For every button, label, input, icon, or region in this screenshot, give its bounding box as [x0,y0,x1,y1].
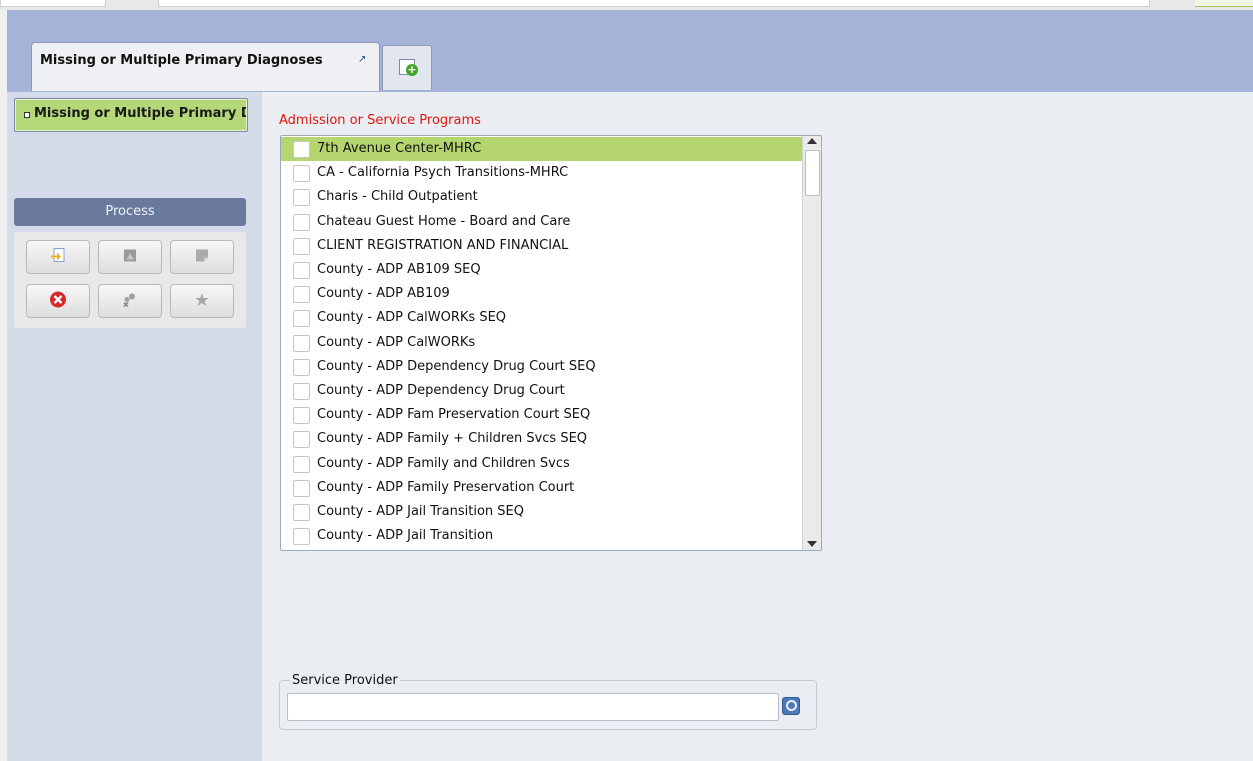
process-toolbar: ★ [14,232,246,328]
program-label: County - ADP Fam Preservation Court SEQ [317,407,591,423]
program-label: CLIENT REGISTRATION AND FINANCIAL [317,237,569,253]
process-header[interactable]: Process [14,198,246,226]
program-label: County - ADP CalWORKs SEQ [317,310,507,326]
program-label: County - ADP Dependency Drug Court [317,383,565,398]
image-button[interactable] [98,240,162,274]
program-label: County - ADP Family Preservation Court [317,479,575,495]
list-item[interactable]: County - ADP CalWORKs SEQ [281,306,803,330]
top-field-right[interactable] [1195,0,1253,7]
scroll-thumb[interactable] [805,150,820,196]
programs-listbox[interactable]: 7th Avenue Center-MHRC CA - California Ps… [280,135,822,551]
program-checkbox[interactable] [293,504,310,521]
tab-title: Missing or Multiple Primary Diagnoses [40,53,323,68]
top-field-left[interactable] [0,0,106,7]
list-item[interactable]: County - ADP Dependency Drug Court [281,379,803,403]
programs-label: Admission or Service Programs [279,113,481,128]
search-icon[interactable] [782,697,800,715]
bullet-icon [24,112,30,118]
close-button[interactable] [26,284,90,318]
new-tab-button[interactable]: + [382,45,432,90]
program-checkbox[interactable] [293,310,310,328]
program-label: County - ADP CalWORKs [317,334,476,350]
pin-icon[interactable]: ↗ [358,55,368,65]
program-checkbox[interactable] [293,479,310,497]
list-item[interactable]: Chateau Guest Home - Board and Care [281,210,803,234]
service-provider-group: Service Provider [279,673,817,730]
close-red-icon [49,291,67,312]
program-label: County - ADP Family + Children Svcs SEQ [317,431,588,447]
list-item[interactable]: County - ADP Dependency Drug Court SEQ [281,355,803,379]
sidebar-item-label: Missing or Multiple Primary Diagnoses [34,106,246,121]
program-label: County - ADP Jail Transition SEQ [317,504,524,519]
list-item[interactable]: County - ADP AB109 SEQ [281,258,803,282]
open-document-icon [49,247,67,268]
list-item[interactable]: County - ADP Family + Children Svcs SEQ [281,427,803,451]
program-checkbox[interactable] [293,383,310,400]
program-checkbox[interactable] [293,407,310,425]
sidebar-item-missing-primary-diagnoses[interactable]: Missing or Multiple Primary Diagnoses [14,98,248,132]
program-checkbox[interactable] [293,213,310,231]
program-label: County - ADP AB109 SEQ [317,262,481,277]
program-label: County - ADP Dependency Drug Court SEQ [317,358,596,374]
list-item[interactable]: County - ADP Family and Children Svcs [281,452,803,476]
list-item[interactable]: Charis - Child Outpatient [281,185,803,209]
list-item[interactable]: County - ADP Fam Preservation Court SEQ [281,403,803,427]
note-icon [193,247,211,268]
open-document-button[interactable] [26,240,90,274]
list-item[interactable]: 7th Avenue Center-MHRC [281,137,803,161]
program-label: County - ADP AB109 [317,286,450,302]
program-checkbox[interactable] [293,189,310,207]
scroll-down-arrow-icon[interactable] [807,541,817,547]
program-checkbox[interactable] [293,286,310,304]
list-item[interactable]: CLIENT REGISTRATION AND FINANCIAL [281,234,803,258]
service-provider-input[interactable] [287,693,779,721]
program-label: 7th Avenue Center-MHRC [317,141,482,156]
list-item[interactable]: County - ADP Family Preservation Court [281,476,803,500]
program-checkbox[interactable] [293,358,310,376]
list-item[interactable]: County - ADP AB109 [281,282,803,306]
list-item[interactable]: County - ADP CalWORKs [281,331,803,355]
program-checkbox[interactable] [293,237,310,255]
list-item[interactable]: County - ADP Jail Transition [281,524,803,548]
star-icon: ★ [193,290,211,311]
top-strip [0,0,1253,10]
new-tab-plus-icon: + [406,63,418,76]
list-item[interactable]: CA - California Psych Transitions-MHRC [281,161,803,185]
tab-missing-primary-diagnoses[interactable]: Missing or Multiple Primary Diagnoses ↗ [31,42,380,91]
tools-icon [121,291,139,312]
service-provider-legend: Service Provider [290,673,400,688]
sidebar: Missing or Multiple Primary Diagnoses Pr… [7,92,257,761]
note-button[interactable] [170,240,234,274]
program-checkbox[interactable] [293,165,310,183]
program-label: County - ADP Jail Transition [317,528,494,544]
program-checkbox[interactable] [293,334,310,352]
image-icon [121,247,139,268]
tools-button[interactable] [98,284,162,318]
program-label: CA - California Psych Transitions-MHRC [317,165,569,181]
program-checkbox[interactable] [293,141,310,158]
list-item[interactable]: County - ADP Jail Transition SEQ [281,500,803,524]
program-checkbox[interactable] [293,431,310,449]
program-checkbox[interactable] [293,528,310,546]
program-label: Chateau Guest Home - Board and Care [317,213,571,229]
program-label: Charis - Child Outpatient [317,189,478,205]
top-field-center[interactable] [158,0,1150,7]
main-panel: Admission or Service Programs 7th Avenue… [257,92,1253,761]
program-checkbox[interactable] [293,262,310,279]
program-label: County - ADP Family and Children Svcs [317,455,570,471]
program-checkbox[interactable] [293,455,310,473]
star-button[interactable]: ★ [170,284,234,318]
scroll-up-arrow-icon[interactable] [807,138,817,144]
programs-scrollbar[interactable] [802,136,821,550]
